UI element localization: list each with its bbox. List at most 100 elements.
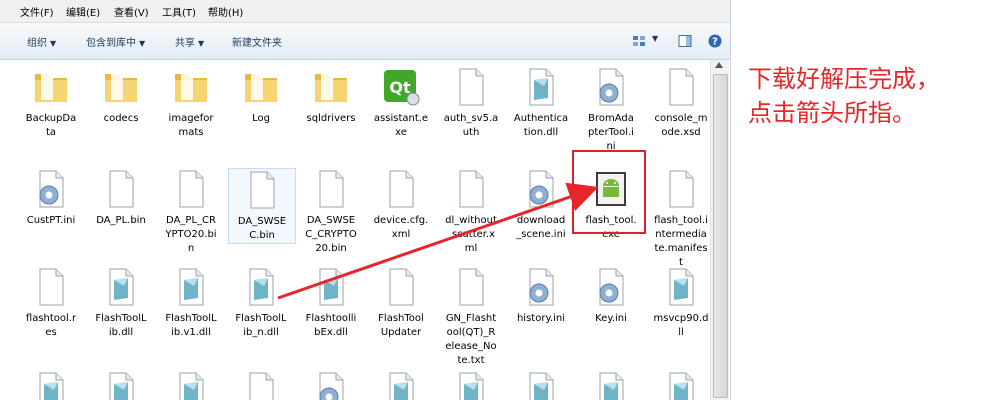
doc-icon <box>31 266 71 308</box>
dll-icon <box>381 370 421 400</box>
file-label: FlashToolL ib_n.dll <box>235 313 287 338</box>
dll-icon <box>521 370 561 400</box>
file-label: sqldrivers <box>306 113 356 124</box>
file-item[interactable] <box>228 370 294 400</box>
preview-pane-icon[interactable] <box>678 34 692 48</box>
svg-text:?: ? <box>712 37 718 48</box>
ini-icon <box>311 370 351 400</box>
file-item[interactable]: FlashToolL ib_n.dll <box>228 266 294 340</box>
file-item[interactable] <box>18 370 84 400</box>
dll-icon <box>661 266 701 308</box>
file-label: BackupDa ta <box>25 113 77 138</box>
file-label: codecs <box>103 113 139 124</box>
file-item[interactable]: GN_Flasht ool(QT)_R elease_No te.txt <box>438 266 504 368</box>
file-label: DA_PL.bin <box>96 215 146 226</box>
doc-icon <box>661 66 701 108</box>
highlight-box <box>572 150 646 234</box>
file-item[interactable]: Log <box>228 66 294 126</box>
file-item[interactable] <box>578 370 644 400</box>
dll-icon <box>451 370 491 400</box>
qt-icon: Qt <box>381 66 421 108</box>
share-button[interactable]: 共享 ▼ <box>175 34 204 49</box>
new-folder-button[interactable]: 新建文件夹 <box>232 34 282 49</box>
view-dropdown-icon[interactable]: ▼ <box>652 34 658 43</box>
annotation-line-2: 点击箭头所指。 <box>748 99 916 127</box>
file-label: assistant.e xe <box>373 113 429 138</box>
include-library-button[interactable]: 包含到库中 ▼ <box>86 34 145 49</box>
file-item[interactable]: Flashtoolli bEx.dll <box>298 266 364 340</box>
organize-button[interactable]: 组织 ▼ <box>27 34 56 49</box>
file-item[interactable]: BackupDa ta <box>18 66 84 140</box>
ini-icon <box>591 266 631 308</box>
file-label: CustPT.ini <box>26 215 76 226</box>
file-item[interactable]: device.cfg. xml <box>368 168 434 242</box>
folder-icon <box>171 66 211 108</box>
file-item[interactable]: history.ini <box>508 266 574 326</box>
file-label: flash_tool.i ntermedia te.manifes t <box>654 215 708 268</box>
file-label: DA_PL_CR YPTO20.bi n <box>165 215 217 254</box>
file-item[interactable]: sqldrivers <box>298 66 364 126</box>
doc-icon <box>661 168 701 210</box>
file-item[interactable]: FlashToolL ib.v1.dll <box>158 266 224 340</box>
file-label: Flashtoolli bEx.dll <box>305 313 357 338</box>
file-item[interactable]: flashtool.r es <box>18 266 84 340</box>
file-item[interactable]: FlashTool Updater <box>368 266 434 340</box>
file-item[interactable]: DA_PL_CR YPTO20.bi n <box>158 168 224 256</box>
file-item[interactable]: dl_without _scatter.x ml <box>438 168 504 256</box>
menu-help[interactable]: 帮助(H) <box>208 4 243 19</box>
menu-tools[interactable]: 工具(T) <box>162 4 196 19</box>
explorer-window: 文件(F) 编辑(E) 查看(V) 工具(T) 帮助(H) 组织 ▼ 包含到库中 ▼… <box>0 0 731 400</box>
doc-icon <box>101 168 141 210</box>
file-label: Key.ini <box>595 313 627 324</box>
ini-icon <box>31 168 71 210</box>
menu-file[interactable]: 文件(F) <box>20 4 54 19</box>
folder-icon <box>31 66 71 108</box>
chevron-down-icon: ▼ <box>50 39 57 48</box>
dll-icon <box>241 266 281 308</box>
file-item[interactable]: flash_tool.i ntermedia te.manifes t <box>648 168 714 270</box>
file-item[interactable] <box>508 370 574 400</box>
dll-icon <box>591 370 631 400</box>
menu-edit[interactable]: 编辑(E) <box>66 4 100 19</box>
file-label: Log <box>252 113 270 124</box>
doc-icon <box>451 168 491 210</box>
file-item[interactable]: FlashToolL ib.dll <box>88 266 154 340</box>
dll-icon <box>521 66 561 108</box>
file-item[interactable] <box>648 370 714 400</box>
file-item[interactable]: Authentica tion.dll <box>508 66 574 140</box>
file-item[interactable]: download _scene.ini <box>508 168 574 242</box>
view-options-icon[interactable] <box>632 34 646 48</box>
scroll-thumb[interactable] <box>713 74 728 398</box>
file-item[interactable]: imagefor mats <box>158 66 224 140</box>
file-item[interactable] <box>438 370 504 400</box>
file-label: GN_Flasht ool(QT)_R elease_No te.txt <box>445 313 497 366</box>
file-item[interactable]: DA_SWSE C.bin <box>228 168 296 244</box>
menu-view[interactable]: 查看(V) <box>114 4 149 19</box>
file-item[interactable]: Key.ini <box>578 266 644 326</box>
file-item[interactable]: Qt assistant.e xe <box>368 66 434 140</box>
file-item[interactable] <box>158 370 224 400</box>
file-item[interactable]: msvcp90.d ll <box>648 266 714 340</box>
file-item[interactable]: BromAda pterTool.i ni <box>578 66 644 154</box>
file-label: dl_without _scatter.x ml <box>445 215 497 254</box>
file-item[interactable] <box>368 370 434 400</box>
file-item[interactable]: CustPT.ini <box>18 168 84 228</box>
file-item[interactable]: console_m ode.xsd <box>648 66 714 140</box>
file-label: FlashToolL ib.v1.dll <box>165 313 217 338</box>
doc-icon <box>241 370 281 400</box>
help-icon[interactable]: ? <box>708 34 722 48</box>
vertical-scrollbar[interactable] <box>710 60 729 400</box>
file-label: imagefor mats <box>168 113 214 138</box>
file-item[interactable]: codecs <box>88 66 154 126</box>
file-item[interactable] <box>298 370 364 400</box>
doc-icon <box>242 169 282 211</box>
ini-icon <box>591 66 631 108</box>
file-item[interactable]: auth_sv5.a uth <box>438 66 504 140</box>
file-item[interactable] <box>88 370 154 400</box>
file-item[interactable]: DA_SWSE C_CRYPTO 20.bin <box>298 168 364 256</box>
file-label: FlashTool Updater <box>378 313 424 338</box>
chevron-down-icon: ▼ <box>198 39 205 48</box>
file-item[interactable]: DA_PL.bin <box>88 168 154 228</box>
share-label: 共享 <box>175 38 195 49</box>
scroll-up-icon[interactable] <box>715 62 723 68</box>
